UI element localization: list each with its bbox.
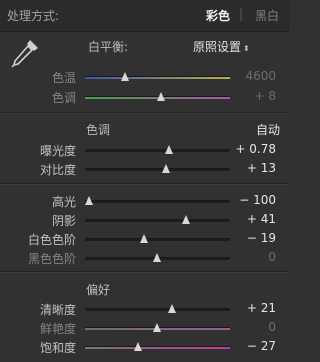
slider-track[interactable]: [85, 304, 230, 313]
white-balance-label: 白平衡:: [88, 40, 129, 54]
slider-thumb[interactable]: [139, 234, 148, 243]
tone-section-title: 色调: [86, 123, 111, 137]
slider-thumb[interactable]: [182, 215, 190, 224]
slider-value[interactable]: 0: [268, 250, 276, 264]
slider-label: 色温: [51, 71, 76, 85]
slider-value[interactable]: + 41: [247, 212, 276, 226]
slider-label: 白色色阶: [27, 233, 76, 247]
slider-value[interactable]: + 8: [254, 89, 276, 103]
slider-label: 对比度: [39, 163, 76, 177]
slider-thumb[interactable]: [164, 145, 173, 154]
slider-track[interactable]: [85, 215, 230, 224]
slider-value[interactable]: + 21: [247, 301, 276, 315]
white-balance-select[interactable]: 原照设置 ⬍: [193, 38, 250, 55]
slider-row: 鲜艳度 0: [0, 319, 289, 337]
treatment-color-option[interactable]: 彩色: [206, 7, 230, 24]
eyedropper-icon[interactable]: [8, 36, 42, 70]
slider-label: 饱和度: [39, 341, 76, 355]
slider-value[interactable]: + 13: [247, 161, 276, 175]
slider-label: 高光: [51, 195, 76, 209]
slider-label: 清晰度: [39, 303, 76, 317]
slider-track[interactable]: [85, 234, 230, 243]
slider-value[interactable]: 4600: [245, 69, 276, 83]
slider-label: 鲜艳度: [39, 322, 76, 336]
slider-row: 对比度 + 13: [0, 160, 289, 178]
slider-row: 色温 4600: [0, 68, 289, 86]
slider-thumb[interactable]: [167, 304, 176, 313]
slider-track[interactable]: [85, 323, 230, 332]
slider-thumb[interactable]: [153, 253, 161, 262]
slider-thumb[interactable]: [162, 164, 171, 173]
slider-track[interactable]: [85, 164, 230, 173]
slider-value[interactable]: + 0.78: [235, 142, 276, 156]
slider-thumb[interactable]: [84, 196, 93, 205]
slider-row: 饱和度 − 27: [0, 338, 289, 356]
slider-label: 阴影: [51, 214, 76, 228]
slider-value[interactable]: − 100: [239, 193, 276, 207]
slider-track[interactable]: [84, 196, 230, 205]
slider-row: 曝光度 + 0.78: [0, 141, 289, 159]
treatment-bw-option[interactable]: 黑白: [255, 7, 279, 24]
slider-track[interactable]: [85, 145, 230, 154]
slider-value[interactable]: − 19: [247, 231, 276, 245]
slider-value[interactable]: 0: [268, 320, 276, 334]
section-divider: [0, 184, 289, 185]
slider-thumb[interactable]: [153, 323, 161, 332]
chevron-updown-icon: ⬍: [243, 44, 250, 53]
slider-thumb[interactable]: [121, 72, 130, 81]
slider-label: 曝光度: [39, 144, 76, 158]
slider-label: 色调: [51, 91, 76, 105]
slider-value[interactable]: − 27: [247, 339, 276, 353]
slider-row: 色调 + 8: [0, 88, 289, 106]
slider-label: 黑色色阶: [27, 252, 76, 266]
slider-thumb[interactable]: [134, 342, 143, 351]
section-divider: [0, 272, 289, 273]
auto-tone-button[interactable]: 自动: [256, 121, 280, 138]
slider-track[interactable]: [85, 72, 230, 81]
slider-row: 黑色色阶 0: [0, 249, 289, 267]
slider-row: 阴影 + 41: [0, 211, 289, 229]
slider-track[interactable]: [85, 253, 230, 262]
section-divider: [0, 113, 289, 114]
slider-row: 高光 − 100: [0, 192, 289, 210]
treatment-header: 处理方式: 彩色 | 黑白: [0, 0, 289, 32]
slider-track[interactable]: [85, 342, 230, 351]
slider-row: 清晰度 + 21: [0, 300, 289, 318]
slider-thumb[interactable]: [157, 92, 166, 101]
treatment-label: 处理方式:: [7, 9, 60, 23]
slider-row: 白色色阶 − 19: [0, 230, 289, 248]
treatment-separator: |: [239, 7, 244, 21]
presence-section-title: 偏好: [86, 283, 111, 297]
white-balance-value: 原照设置: [193, 40, 242, 54]
slider-track[interactable]: [85, 92, 230, 101]
